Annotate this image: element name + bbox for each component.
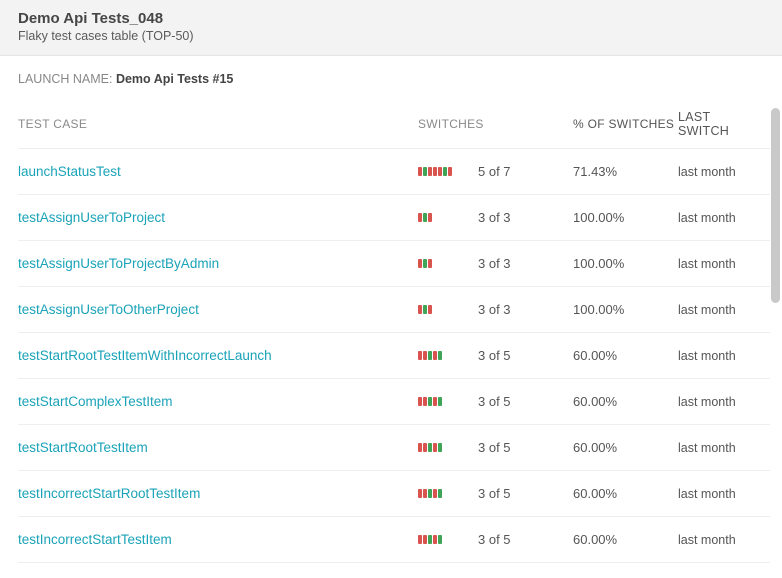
switches-count: 3 of 5 — [478, 348, 573, 363]
table-row: testStartRootTestItem 3 of 560.00%last mo… — [18, 425, 770, 471]
table-row: testAssignUserToProjectByAdmin 3 of 3100.… — [18, 241, 770, 287]
switches-percent: 60.00% — [573, 440, 678, 455]
last-switch: last month — [678, 533, 758, 547]
switch-pattern-icon — [418, 259, 478, 269]
panel-header: Demo Api Tests_048 Flaky test cases tabl… — [0, 0, 782, 56]
test-case-link[interactable]: launchStatusTest — [18, 164, 121, 179]
switches-count: 5 of 7 — [478, 164, 573, 179]
switches-count: 3 of 5 — [478, 440, 573, 455]
switches-percent: 100.00% — [573, 302, 678, 317]
table-header-row: TEST CASE SWITCHES % OF SWITCHES LAST SW… — [18, 98, 770, 149]
switches-percent: 100.00% — [573, 256, 678, 271]
launch-line: LAUNCH NAME: Demo Api Tests #15 — [0, 56, 782, 92]
switches-count: 3 of 5 — [478, 486, 573, 501]
col-header-percent[interactable]: % OF SWITCHES — [573, 117, 678, 131]
table-row: testIncorrectStartRootTestItem 3 of 560.0… — [18, 471, 770, 517]
switches-count: 3 of 3 — [478, 302, 573, 317]
test-case-link[interactable]: testStartRootTestItemWithIncorrectLaunch — [18, 348, 272, 363]
table-scroll[interactable]: TEST CASE SWITCHES % OF SWITCHES LAST SW… — [0, 98, 782, 578]
switch-pattern-icon — [418, 351, 478, 361]
switches-count: 3 of 3 — [478, 210, 573, 225]
col-header-testcase[interactable]: TEST CASE — [18, 117, 418, 131]
panel-title: Demo Api Tests_048 — [18, 10, 764, 27]
switch-pattern-icon — [418, 213, 478, 223]
test-case-link[interactable]: testIncorrectStartTestItem — [18, 532, 172, 547]
launch-name: Demo Api Tests #15 — [116, 72, 233, 86]
test-case-link[interactable]: testStartRootTestItem — [18, 440, 148, 455]
last-switch: last month — [678, 349, 758, 363]
switches-count: 3 of 5 — [478, 394, 573, 409]
last-switch: last month — [678, 257, 758, 271]
switches-percent: 60.00% — [573, 394, 678, 409]
launch-label: LAUNCH NAME: — [18, 72, 112, 86]
last-switch: last month — [678, 303, 758, 317]
switches-percent: 60.00% — [573, 486, 678, 501]
last-switch: last month — [678, 395, 758, 409]
switches-count: 3 of 5 — [478, 532, 573, 547]
switches-percent: 100.00% — [573, 210, 678, 225]
switches-count: 3 of 3 — [478, 256, 573, 271]
table-row: testAssignUserToProject 3 of 3100.00%last… — [18, 195, 770, 241]
switches-percent: 71.43% — [573, 164, 678, 179]
switch-pattern-icon — [418, 305, 478, 315]
col-header-last-switch[interactable]: LAST SWITCH — [678, 110, 758, 138]
last-switch: last month — [678, 487, 758, 501]
switch-pattern-icon — [418, 535, 478, 545]
test-case-link[interactable]: testAssignUserToProjectByAdmin — [18, 256, 219, 271]
flaky-tests-table: TEST CASE SWITCHES % OF SWITCHES LAST SW… — [0, 98, 782, 563]
last-switch: last month — [678, 165, 758, 179]
table-row: testAssignUserToOtherProject 3 of 3100.00… — [18, 287, 770, 333]
test-case-link[interactable]: testIncorrectStartRootTestItem — [18, 486, 200, 501]
flaky-tests-panel: Demo Api Tests_048 Flaky test cases tabl… — [0, 0, 782, 578]
test-case-link[interactable]: testStartComplexTestItem — [18, 394, 173, 409]
last-switch: last month — [678, 441, 758, 455]
switch-pattern-icon — [418, 489, 478, 499]
switch-pattern-icon — [418, 397, 478, 407]
table-row: testIncorrectStartTestItem 3 of 560.00%la… — [18, 517, 770, 563]
switches-percent: 60.00% — [573, 348, 678, 363]
table-row: testStartRootTestItemWithIncorrectLaunch… — [18, 333, 770, 379]
test-case-link[interactable]: testAssignUserToProject — [18, 210, 165, 225]
table-row: testStartComplexTestItem 3 of 560.00%last… — [18, 379, 770, 425]
col-header-switches[interactable]: SWITCHES — [418, 117, 573, 131]
last-switch: last month — [678, 211, 758, 225]
switches-percent: 60.00% — [573, 532, 678, 547]
panel-subtitle: Flaky test cases table (TOP-50) — [18, 29, 764, 43]
test-case-link[interactable]: testAssignUserToOtherProject — [18, 302, 199, 317]
switch-pattern-icon — [418, 443, 478, 453]
vertical-scrollbar[interactable] — [771, 108, 780, 303]
table-row: launchStatusTest 5 of 771.43%last month — [18, 149, 770, 195]
switch-pattern-icon — [418, 167, 478, 177]
